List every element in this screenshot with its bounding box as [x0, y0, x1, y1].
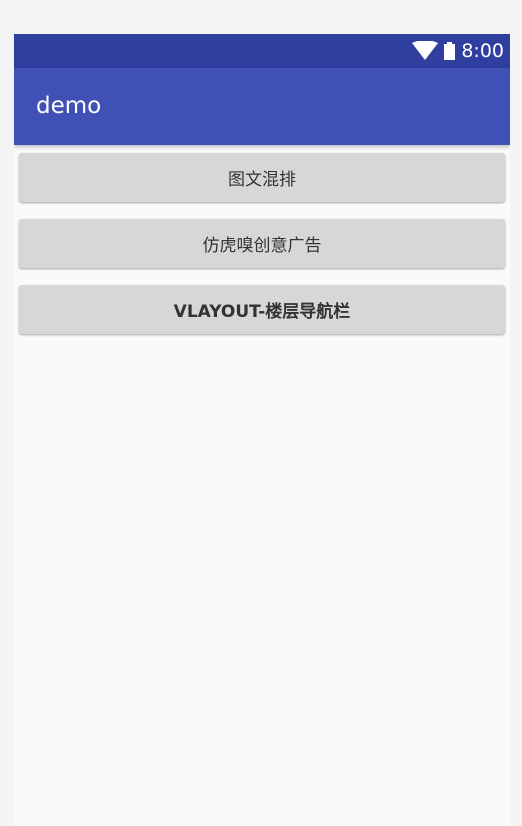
vlayout-floor-nav-button[interactable]: VLAYOUT-楼层导航栏 [19, 285, 505, 334]
app-title: demo [36, 93, 102, 119]
huxiu-creative-ad-button[interactable]: 仿虎嗅创意广告 [19, 219, 505, 268]
status-icons: 8:00 [412, 34, 504, 68]
app-bar: demo [14, 68, 510, 145]
status-time: 8:00 [461, 40, 504, 62]
phone-screen: 8:00 demo 图文混排 仿虎嗅创意广告 VLAYOUT-楼层导航栏 [14, 34, 510, 826]
battery-icon [444, 42, 456, 60]
wifi-icon [412, 41, 439, 60]
rich-text-layout-button[interactable]: 图文混排 [19, 153, 505, 202]
status-bar: 8:00 [14, 34, 510, 68]
